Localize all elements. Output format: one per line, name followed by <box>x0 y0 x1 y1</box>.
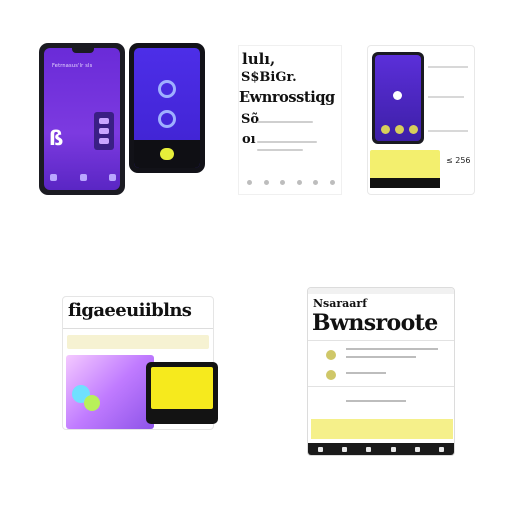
text-placeholder <box>346 348 438 350</box>
value-label: ≤ 256 <box>446 156 471 165</box>
illustration <box>66 355 154 429</box>
phone-screen <box>134 48 200 168</box>
toolbar-icon[interactable] <box>439 446 445 452</box>
phone-screen <box>375 55 421 141</box>
card-title: figaeeuiiblns <box>68 300 192 321</box>
status-dot <box>381 125 390 134</box>
text-placeholder <box>346 400 406 402</box>
card-title: Bwnsroote <box>312 310 438 336</box>
doc-line: S$BiGr. <box>241 70 297 85</box>
phone-mockup-left: Fetrnasus'lr sls ß <box>39 43 125 195</box>
card-footer <box>370 178 440 188</box>
text-placeholder <box>428 66 468 68</box>
status-dot <box>409 125 418 134</box>
phone-notch <box>72 48 94 53</box>
window-bar <box>308 288 454 294</box>
toolbar-icon[interactable] <box>341 446 347 452</box>
toolbar-icon[interactable] <box>329 180 335 185</box>
phone-card: ≤ 256 <box>367 45 475 195</box>
phone-screen <box>151 367 213 409</box>
list-icon <box>326 370 336 380</box>
divider <box>63 328 213 329</box>
phone-screen: Fetrnasus'lr sls ß <box>44 48 120 190</box>
phone-mockup-yellow <box>146 362 218 424</box>
text-placeholder <box>346 356 416 358</box>
text-placeholder <box>257 149 303 151</box>
ring-icon <box>158 110 176 128</box>
browser-card: Nsaraarf Bwnsroote <box>307 287 455 456</box>
toolbar-icon[interactable] <box>366 446 372 452</box>
toolbar-icon[interactable] <box>313 180 319 185</box>
divider <box>308 340 454 341</box>
dock-app-icon[interactable] <box>50 174 57 181</box>
text-placeholder <box>257 121 313 123</box>
dock-app-icon[interactable] <box>79 174 87 181</box>
doc-line: Sõ <box>241 112 260 127</box>
avatar <box>393 91 402 100</box>
toolbar-icon[interactable] <box>263 180 269 185</box>
toolbar-icon[interactable] <box>317 446 323 452</box>
dock-app-icon[interactable] <box>109 174 116 181</box>
phone-mockup-small <box>372 52 424 144</box>
divider <box>308 386 454 387</box>
list-icon <box>326 350 336 360</box>
status-dot <box>395 125 404 134</box>
toolbar-icon[interactable] <box>296 180 302 185</box>
text-placeholder <box>346 372 386 374</box>
info-bar <box>67 335 209 349</box>
toolbar-icon[interactable] <box>390 446 396 452</box>
text-placeholder <box>428 96 464 98</box>
phone-mockup-right <box>129 43 205 173</box>
highlight-row[interactable] <box>311 419 453 439</box>
card-heading: Nsaraarf <box>313 297 367 310</box>
toolbar-icons <box>247 180 335 185</box>
yellow-card[interactable] <box>370 150 440 188</box>
phone-widget <box>94 112 114 150</box>
bottom-toolbar <box>308 443 454 455</box>
doc-heading: Ewnrosstiqg <box>239 89 335 106</box>
doc-line: oı <box>242 132 256 147</box>
action-button[interactable] <box>160 148 174 160</box>
toolbar-icon[interactable] <box>414 446 420 452</box>
phone-header-text: Fetrnasus'lr sls <box>52 63 93 69</box>
toolbar-icon[interactable] <box>247 180 252 185</box>
document-page: lulı, S$BiGr. Ewnrosstiqg Sõ oı <box>238 45 342 195</box>
toolbar-icon[interactable] <box>280 180 286 185</box>
doc-line: lulı, <box>242 50 276 68</box>
app-glyph: ß <box>49 126 64 150</box>
phone-dock <box>50 174 116 184</box>
text-placeholder <box>428 130 468 132</box>
ring-icon <box>158 80 176 98</box>
text-placeholder <box>257 141 317 143</box>
